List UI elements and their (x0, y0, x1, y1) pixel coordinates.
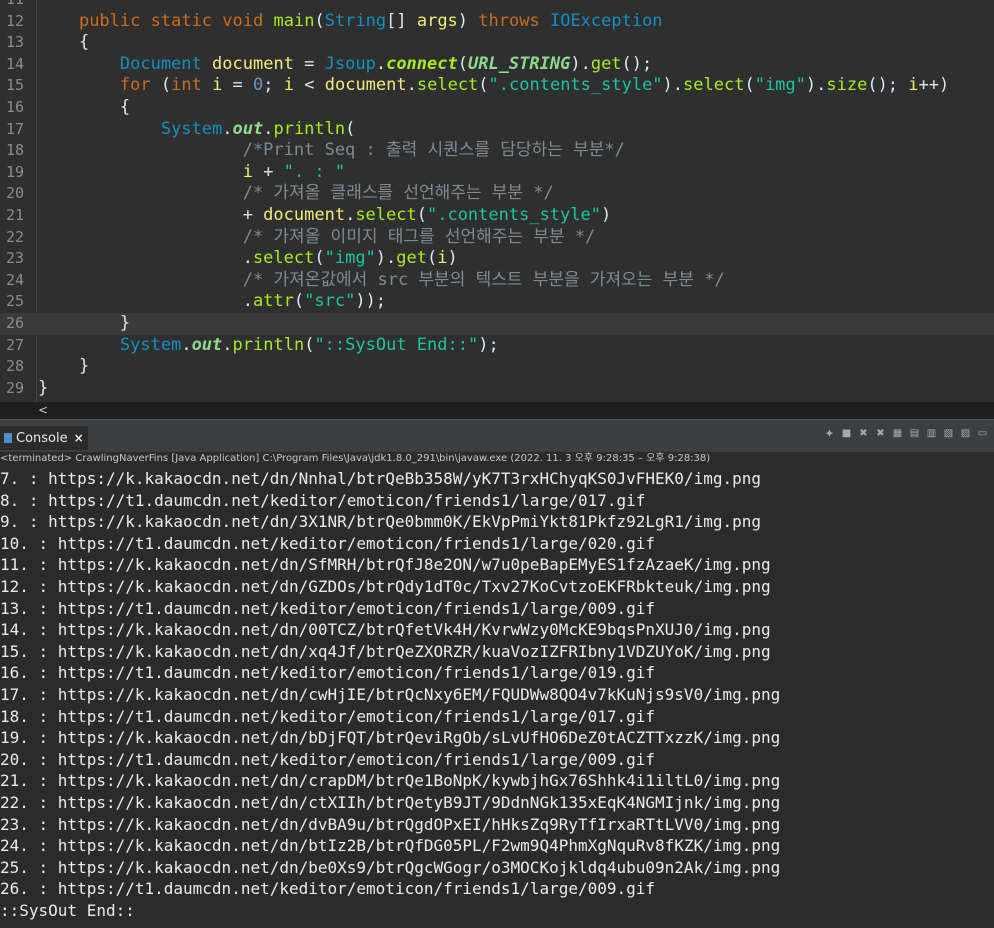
console-output-line: 26. : https://t1.daumcdn.net/keditor/emo… (0, 879, 656, 899)
code-text[interactable]: Document document = Jsoup.connect(URL_ST… (38, 54, 652, 76)
code-text[interactable]: /* 가져온값에서 src 부분의 텍스트 부분을 가져오는 부분 */ (38, 270, 725, 292)
line-number: 27 (6, 335, 25, 354)
console-output-line: 9. : https://k.kakaocdn.net/dn/3X1NR/btr… (0, 512, 761, 532)
line-number: 29 (6, 378, 25, 397)
line-number: 26 (6, 314, 25, 332)
display-selected-icon[interactable]: ▧ (943, 428, 954, 439)
code-text[interactable]: /* 가져올 클래스를 선언해주는 부분 */ (38, 183, 554, 205)
code-line[interactable]: 14 Document document = Jsoup.connect(URL… (0, 54, 994, 76)
tab-console-label: Console (16, 430, 68, 446)
console-output-line: 11. : https://k.kakaocdn.net/dn/SfMRH/bt… (0, 555, 771, 575)
code-text[interactable]: .attr("src")); (38, 291, 386, 313)
console-view-header: Console × ⯌ ■ ✖ ✖ ▦ ▤ ▥ ▧ ▨ ▭ (0, 419, 994, 453)
remove-launch-icon[interactable]: ✖ (858, 428, 869, 439)
code-line[interactable]: 15 for (int i = 0; i < document.select("… (0, 75, 994, 97)
code-editor[interactable]: 1112 public static void main(String[] ar… (0, 0, 994, 402)
line-number: 19 (6, 162, 25, 181)
console-output-line: 16. : https://t1.daumcdn.net/keditor/emo… (0, 663, 656, 683)
remove-all-icon[interactable]: ✖ (875, 428, 886, 439)
console-toolbar: ⯌ ■ ✖ ✖ ▦ ▤ ▥ ▧ ▨ ▭ (824, 428, 988, 439)
code-text[interactable]: { (38, 97, 130, 119)
scroll-lock-icon[interactable]: ▤ (909, 428, 920, 439)
console-output-line: 14. : https://k.kakaocdn.net/dn/00TCZ/bt… (0, 620, 771, 640)
line-number: 24 (6, 270, 25, 289)
editor-horizontal-scrollbar[interactable]: < (0, 402, 994, 419)
console-output-line: ::SysOut End:: (0, 901, 135, 920)
code-line[interactable]: 16 { (0, 97, 994, 119)
console-output-line: 23. : https://k.kakaocdn.net/dn/dvBA9u/b… (0, 814, 781, 834)
console-output-line: 19. : https://k.kakaocdn.net/dn/bDjFQT/b… (0, 728, 781, 748)
console-output-line: 21. : https://k.kakaocdn.net/dn/crapDM/b… (0, 771, 781, 791)
console-output-line: 18. : https://t1.daumcdn.net/keditor/emo… (0, 706, 656, 726)
tab-console[interactable]: Console × (0, 426, 88, 450)
console-output-line: 7. : https://k.kakaocdn.net/dn/Nnhal/btr… (0, 469, 761, 488)
code-line[interactable]: 17 System.out.println( (0, 119, 994, 141)
code-line[interactable]: 26 } (0, 313, 994, 335)
word-wrap-icon[interactable]: ▥ (926, 428, 937, 439)
line-number: 22 (6, 227, 25, 246)
code-line[interactable]: 13 { (0, 32, 994, 54)
line-number: 25 (6, 292, 25, 311)
clear-console-icon[interactable]: ▦ (892, 428, 903, 439)
line-number: 15 (6, 76, 25, 95)
code-line[interactable]: 18 /*Print Seq : 출력 시퀀스를 담당하는 부분*/ (0, 140, 994, 162)
code-line[interactable]: 21 + document.select(".contents_style") (0, 205, 994, 227)
line-number: 12 (6, 11, 25, 30)
console-output-line: 22. : https://k.kakaocdn.net/dn/ctXIIh/b… (0, 793, 781, 812)
line-number: 18 (6, 141, 25, 160)
code-text[interactable]: { (38, 32, 89, 54)
launch-status-line: <terminated> CrawlingNaverFins [Java App… (0, 452, 994, 466)
console-icon (4, 433, 12, 443)
line-number: 28 (6, 357, 25, 376)
code-line[interactable]: 20 /* 가져올 클래스를 선언해주는 부분 */ (0, 183, 994, 205)
line-number: 14 (6, 54, 25, 73)
code-line[interactable]: 19 i + ". : " (0, 162, 994, 184)
code-line[interactable]: 24 /* 가져온값에서 src 부분의 텍스트 부분을 가져오는 부분 */ (0, 270, 994, 292)
line-number: 11 (6, 0, 32, 11)
stop-icon[interactable]: ■ (841, 428, 852, 439)
code-line[interactable]: 29} (0, 378, 994, 400)
console-output-line: 25. : https://k.kakaocdn.net/dn/be0Xs9/b… (0, 857, 781, 877)
line-number: 13 (6, 33, 25, 52)
code-text[interactable]: public static void main(String[] args) t… (38, 11, 663, 33)
console-output-line: 20. : https://t1.daumcdn.net/keditor/emo… (0, 749, 656, 769)
line-number: 21 (6, 206, 25, 224)
line-number: 16 (6, 98, 25, 116)
code-text[interactable]: + document.select(".contents_style") (38, 205, 612, 227)
code-line[interactable]: 25 .attr("src")); (0, 291, 994, 313)
code-text[interactable]: .select("img").get(i) (38, 248, 458, 270)
open-console-icon[interactable]: ▨ (960, 428, 971, 439)
console-output-line: 24. : https://k.kakaocdn.net/dn/btIz2B/b… (0, 836, 781, 856)
code-text[interactable]: System.out.println("::SysOut End::"); (38, 335, 499, 357)
line-number: 17 (6, 119, 25, 138)
console-output-line: 13. : https://t1.daumcdn.net/keditor/emo… (0, 598, 656, 618)
code-text[interactable]: System.out.println( (38, 119, 356, 141)
code-text[interactable]: } (38, 378, 48, 400)
code-text[interactable]: /*Print Seq : 출력 시퀀스를 담당하는 부분*/ (38, 140, 625, 162)
code-text[interactable]: /* 가져올 이미지 태그를 선언해주는 부분 */ (38, 227, 596, 249)
code-text[interactable]: } (38, 313, 130, 335)
console-output-line: 17. : https://k.kakaocdn.net/dn/cwHjIE/b… (0, 685, 781, 704)
code-line[interactable]: 11 (0, 0, 994, 11)
console-output-line: 12. : https://k.kakaocdn.net/dn/GZDOs/bt… (0, 577, 771, 596)
code-text[interactable]: i + ". : " (38, 162, 345, 184)
close-icon[interactable]: × (74, 431, 84, 445)
code-line[interactable]: 12 public static void main(String[] args… (0, 11, 994, 33)
code-line[interactable]: 28 } (0, 356, 994, 378)
console-output-line: 10. : https://t1.daumcdn.net/keditor/emo… (0, 533, 656, 553)
code-line[interactable]: 22 /* 가져올 이미지 태그를 선언해주는 부분 */ (0, 227, 994, 249)
line-number: 20 (6, 184, 25, 203)
code-text[interactable]: for (int i = 0; i < document.select(".co… (38, 75, 949, 97)
line-number: 23 (6, 249, 25, 268)
console-output-line: 8. : https://t1.daumcdn.net/keditor/emot… (0, 490, 646, 510)
code-text[interactable]: } (38, 356, 89, 378)
scroll-left-arrow-icon[interactable]: < (38, 402, 48, 419)
minimize-icon[interactable]: ▭ (977, 428, 988, 439)
console-output-line: 15. : https://k.kakaocdn.net/dn/xq4Jf/bt… (0, 641, 771, 661)
code-line[interactable]: 23 .select("img").get(i) (0, 248, 994, 270)
pin-icon[interactable]: ⯌ (824, 428, 835, 439)
console-output[interactable]: 7. : https://k.kakaocdn.net/dn/Nnhal/btr… (0, 466, 994, 928)
code-line[interactable]: 27 System.out.println("::SysOut End::"); (0, 335, 994, 357)
